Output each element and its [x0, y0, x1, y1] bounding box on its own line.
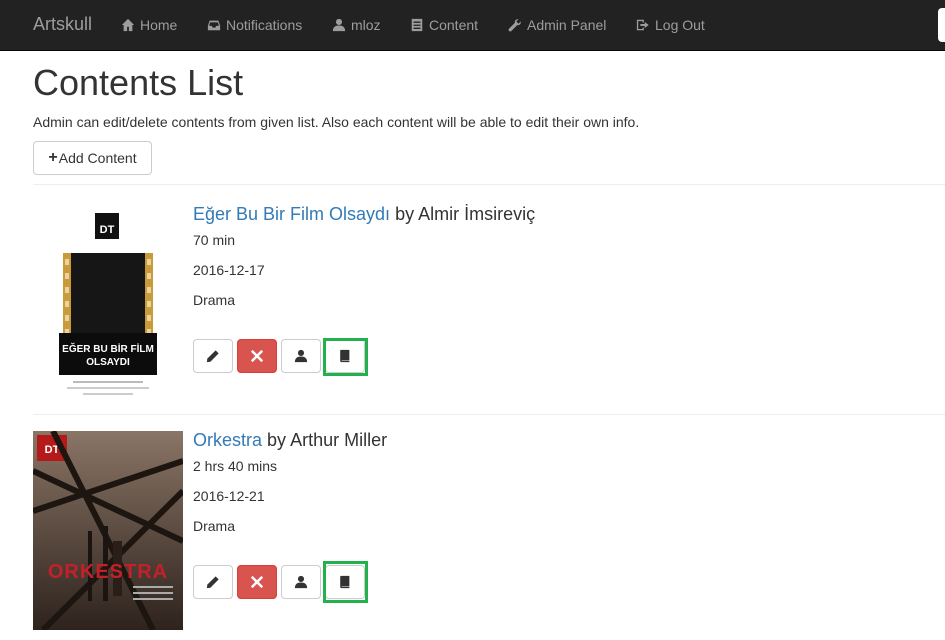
top-navbar: Artskull Home Notifications mloz Content… [0, 0, 945, 51]
wrench-icon [508, 19, 521, 32]
content-title-2: Orkestra by Arthur Miller [193, 430, 387, 451]
content-date-1: 2016-12-17 [193, 262, 265, 278]
content-author-1: Almir İmsireviç [418, 204, 536, 224]
divider [33, 414, 945, 415]
poster-2-title: ORKESTRA [48, 561, 168, 583]
content-link-2[interactable]: Orkestra [193, 430, 262, 450]
page-title: Contents List [33, 62, 244, 103]
pencil-icon [206, 576, 219, 589]
nav-user[interactable]: mloz [332, 17, 381, 33]
poster-1-title-line1: EĞER BU BİR FİLM [62, 342, 154, 355]
content-date-2: 2016-12-21 [193, 488, 265, 504]
divider [33, 184, 945, 185]
content-poster-2[interactable]: DT ORKESTRA [33, 431, 183, 630]
content-duration-2: 2 hrs 40 mins [193, 458, 278, 474]
user-icon [332, 18, 346, 32]
nav-admin-panel-label: Admin Panel [527, 17, 607, 33]
poster-1-logo: DT [100, 224, 115, 236]
remove-icon [250, 349, 264, 363]
nav-content[interactable]: Content [410, 17, 478, 33]
user-button-2[interactable] [281, 565, 321, 599]
content-author-2: Arthur Miller [290, 430, 388, 450]
edit-button-1[interactable] [193, 339, 233, 373]
nav-admin-panel[interactable]: Admin Panel [508, 17, 606, 33]
nav-notifications[interactable]: Notifications [207, 17, 302, 33]
content-poster-1[interactable]: DT EĞER BU BİR FİLM OLSAYDI [33, 205, 183, 403]
list-icon [411, 18, 423, 32]
nav-notifications-label: Notifications [226, 17, 303, 33]
delete-button-2[interactable] [237, 565, 277, 599]
nav-user-label: mloz [351, 17, 381, 33]
add-content-button[interactable]: + Add Content [33, 141, 152, 175]
delete-button-1[interactable] [237, 339, 277, 373]
plus-icon: + [48, 149, 58, 166]
poster-image-1: DT EĞER BU BİR FİLM OLSAYDI [59, 213, 157, 395]
pencil-icon [206, 350, 219, 363]
page-description: Admin can edit/delete contents from give… [33, 114, 640, 130]
logout-icon [636, 19, 649, 31]
poster-1-title-line2: OLSAYDI [86, 357, 130, 368]
book-button-highlight-1 [323, 338, 368, 376]
edit-button-2[interactable] [193, 565, 233, 599]
content-by-2: by [267, 430, 287, 450]
content-duration-1: 70 min [193, 232, 236, 248]
nav-home-label: Home [140, 17, 178, 33]
navbar-toggle-edge[interactable] [938, 8, 945, 42]
nav-logout-label: Log Out [655, 17, 705, 33]
user-button-1[interactable] [281, 339, 321, 373]
content-by-1: by [395, 204, 415, 224]
user-icon [294, 575, 308, 589]
add-content-label: Add Content [58, 150, 137, 166]
content-link-1[interactable]: Eğer Bu Bir Film Olsaydı [193, 204, 390, 224]
inbox-icon [207, 20, 221, 31]
brand-link[interactable]: Artskull [33, 14, 92, 35]
nav-home[interactable]: Home [121, 17, 177, 33]
content-title-1: Eğer Bu Bir Film Olsaydı by Almir İmsire… [193, 204, 535, 225]
user-icon [294, 349, 308, 363]
book-button-highlight-2 [323, 561, 368, 603]
nav-logout[interactable]: Log Out [636, 17, 705, 33]
content-genre-2: Drama [193, 518, 236, 534]
nav-content-label: Content [429, 17, 479, 33]
poster-image-2: DT ORKESTRA [33, 431, 183, 630]
content-genre-1: Drama [193, 292, 236, 308]
remove-icon [250, 575, 264, 589]
home-icon [121, 18, 135, 32]
